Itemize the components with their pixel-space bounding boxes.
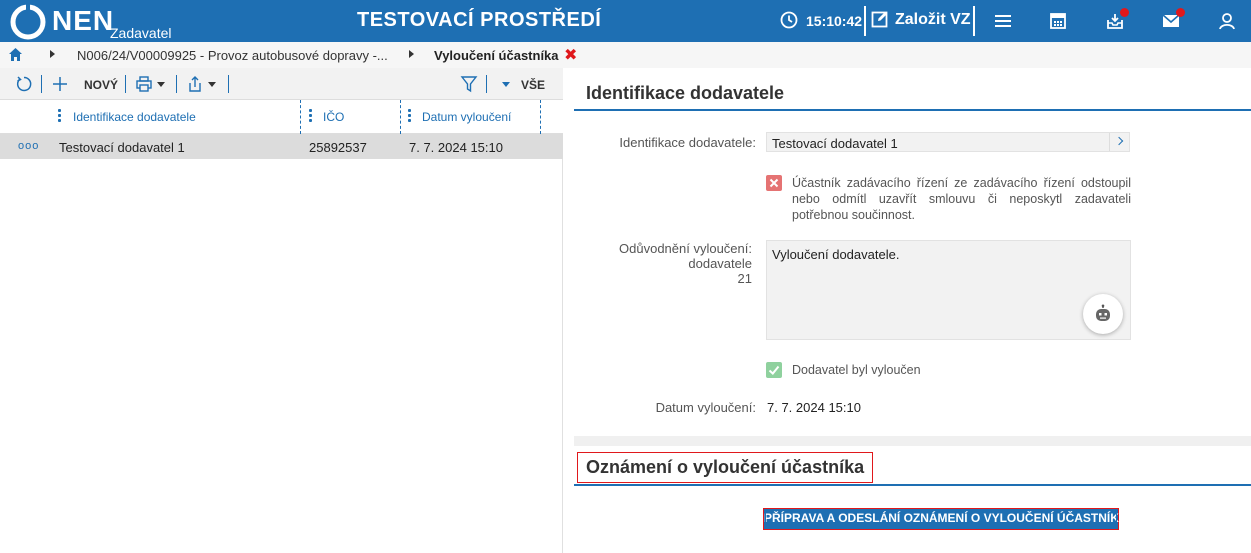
supplier-label: Identifikace dodavatele:	[619, 135, 756, 150]
withdrew-label: Účastník zadávacího řízení ze zadávacího…	[792, 176, 1131, 222]
exclusion-date-value: 7. 7. 2024 15:10	[767, 400, 861, 415]
reason-textarea[interactable]: Vyloučení dodavatele.	[766, 240, 1131, 340]
print-icon[interactable]	[135, 75, 153, 93]
reason-label-line: dodavatele	[688, 256, 752, 271]
toolbar-divider	[176, 75, 177, 93]
breadcrumb-separator-icon	[409, 50, 414, 58]
toolbar-divider	[228, 75, 229, 93]
breadcrumb-separator-icon	[50, 50, 55, 58]
excluded-checkbox[interactable]	[766, 362, 782, 378]
breadcrumb: N006/24/V00009925 - Provoz autobusové do…	[0, 42, 1251, 68]
clock-icon	[780, 11, 798, 29]
close-tab-icon[interactable]: ✖	[564, 45, 577, 65]
toolbar-divider	[125, 75, 126, 93]
filter-scope-all[interactable]: VŠE	[521, 78, 545, 92]
grid-header: Identifikace dodavatele IČO Datum vylouč…	[0, 100, 563, 134]
withdrew-checkbox[interactable]	[766, 175, 782, 191]
column-menu-icon[interactable]	[58, 109, 61, 124]
supplier-value: Testovací dodavatel 1	[772, 136, 898, 151]
environment-title: TESTOVACÍ PROSTŘEDÍ	[357, 9, 602, 31]
robot-icon	[1096, 304, 1110, 321]
app-header: NEN Zadavatel TESTOVACÍ PROSTŘEDÍ 15:10:…	[0, 0, 1251, 42]
detail-panel: Identifikace dodavatele Identifikace dod…	[574, 68, 1251, 553]
section-divider	[574, 109, 1251, 111]
exclusion-date-label: Datum vyloučení:	[655, 400, 756, 415]
column-header-ico[interactable]: IČO	[301, 100, 401, 134]
cell-supplier: Testovací dodavatel 1	[59, 140, 185, 155]
calculator-icon[interactable]	[1048, 11, 1068, 31]
menu-icon[interactable]	[993, 11, 1013, 31]
edit-icon	[871, 11, 888, 28]
print-dropdown-icon[interactable]	[157, 82, 165, 87]
section-divider	[574, 484, 1251, 486]
column-label: Datum vyloučení	[422, 110, 512, 124]
reason-value: Vyloučení dodavatele.	[772, 247, 900, 262]
session-timer: 15:10:42	[806, 13, 863, 29]
toolbar-divider	[41, 75, 42, 93]
check-icon	[768, 365, 780, 375]
filter-scope-dropdown-icon[interactable]	[502, 82, 510, 87]
breadcrumb-item-current: Vyloučení účastníka	[434, 48, 559, 63]
filter-icon[interactable]	[460, 75, 478, 93]
cell-ico: 25892537	[309, 140, 367, 155]
reason-label-line: 21	[737, 271, 752, 286]
supplier-identification-section: Identifikace dodavatele Identifikace dod…	[574, 68, 1251, 436]
header-divider	[864, 6, 866, 36]
export-icon[interactable]	[186, 75, 204, 93]
assistant-button[interactable]	[1083, 294, 1123, 334]
column-menu-icon[interactable]	[408, 109, 411, 124]
home-icon[interactable]	[8, 47, 23, 62]
refresh-icon[interactable]	[15, 75, 33, 93]
brand-name[interactable]: NEN	[52, 5, 114, 37]
header-divider	[973, 6, 975, 36]
supplier-list-panel: NOVÝ VŠE Identifikace dodavatele IČO Dat…	[0, 68, 563, 553]
toolbar-divider	[486, 75, 487, 93]
column-menu-icon[interactable]	[309, 109, 312, 124]
column-label: Identifikace dodavatele	[73, 110, 196, 124]
create-contract-button[interactable]: Založit VZ	[895, 11, 971, 29]
export-dropdown-icon[interactable]	[208, 82, 216, 87]
row-actions-icon[interactable]: ooo	[18, 140, 39, 152]
user-icon[interactable]	[1217, 11, 1237, 31]
mail-notification-badge	[1176, 8, 1185, 17]
new-record-button[interactable]: NOVÝ	[84, 78, 118, 92]
reason-label: Odůvodnění vyloučení: dodavatele 21	[619, 241, 752, 286]
supplier-select[interactable]: Testovací dodavatel 1	[766, 132, 1130, 152]
notice-section-title: Oznámení o vyloučení účastníka	[577, 452, 874, 483]
section-title: Identifikace dodavatele	[586, 83, 785, 103]
column-label: IČO	[323, 110, 345, 124]
brand-subtitle: Zadavatel	[110, 25, 172, 41]
cell-exclusion-date: 7. 7. 2024 15:10	[409, 140, 503, 155]
send-exclusion-notice-button[interactable]: PŘÍPRAVA A ODESLÁNÍ OZNÁMENÍ O VYLOUČENÍ…	[763, 508, 1128, 530]
column-header-supplier[interactable]: Identifikace dodavatele	[0, 100, 301, 134]
column-header-exclusion-date[interactable]: Datum vyloučení	[401, 100, 541, 134]
reason-label-line: Odůvodnění vyloučení:	[619, 241, 752, 256]
excluded-label: Dodavatel byl vyloučen	[792, 363, 921, 377]
table-row[interactable]: ooo Testovací dodavatel 1 25892537 7. 7.…	[0, 134, 563, 159]
plus-icon[interactable]	[51, 75, 69, 93]
section-gap	[574, 436, 1251, 446]
list-toolbar: NOVÝ VŠE	[0, 68, 563, 100]
chevron-right-icon[interactable]	[1109, 133, 1129, 151]
breadcrumb-item-contract[interactable]: N006/24/V00009925 - Provoz autobusové do…	[77, 48, 388, 63]
inbox-notification-badge	[1120, 8, 1129, 17]
cross-icon	[769, 178, 779, 188]
nen-logo-icon[interactable]	[10, 4, 46, 40]
